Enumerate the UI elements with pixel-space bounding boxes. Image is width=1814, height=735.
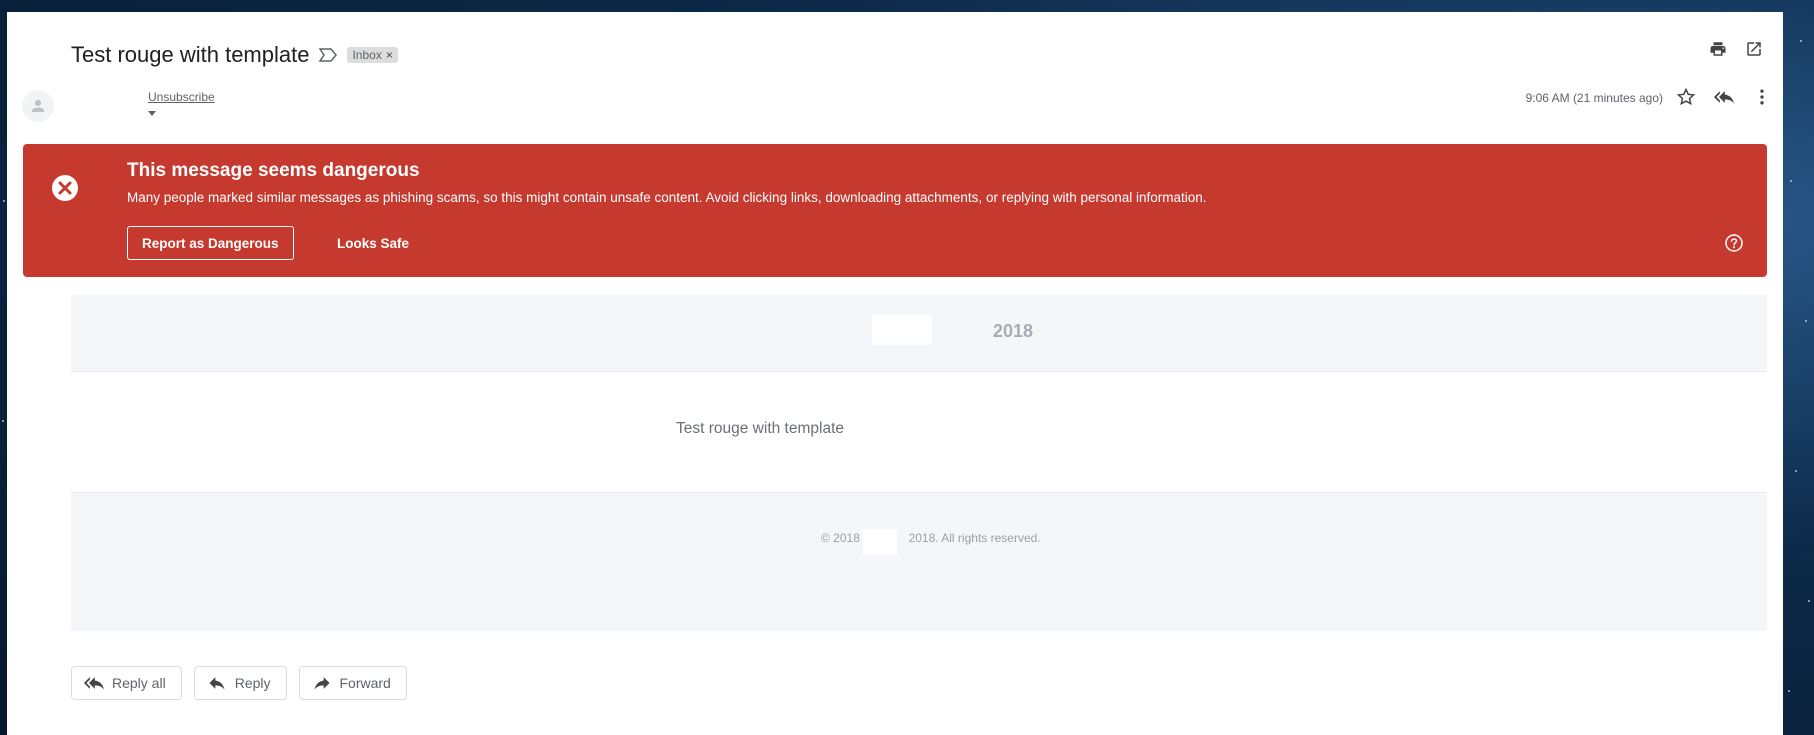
email-body-text: Test rouge with template	[676, 420, 845, 437]
reply-all-icon[interactable]	[1713, 86, 1735, 108]
reply-all-button[interactable]: Reply all	[71, 666, 182, 700]
reply-all-label: Reply all	[112, 675, 166, 691]
remove-label-icon[interactable]: ×	[386, 48, 393, 62]
help-icon[interactable]	[1725, 234, 1743, 252]
thread-actions	[1707, 38, 1765, 60]
looks-safe-button[interactable]: Looks Safe	[323, 226, 423, 260]
dangerous-icon	[52, 175, 78, 201]
email-subject: Test rouge with template	[71, 42, 310, 67]
warning-description: Many people marked similar messages as p…	[127, 190, 1207, 205]
redacted-logo	[872, 315, 932, 345]
star-icon[interactable]	[1675, 86, 1697, 108]
more-vert-icon[interactable]	[1751, 86, 1773, 108]
reply-icon	[209, 677, 225, 690]
subject-row: Test rouge with template Inbox ×	[71, 42, 398, 68]
footer-prefix: © 2018	[821, 531, 860, 545]
forward-label: Forward	[339, 675, 391, 691]
unsubscribe-link[interactable]: Unsubscribe	[148, 90, 215, 104]
forward-icon	[314, 677, 329, 690]
report-dangerous-button[interactable]: Report as Dangerous	[127, 226, 294, 260]
redacted-company-name	[863, 529, 897, 555]
footer-copyright: © 2018 2018. All rights reserved.	[821, 531, 1041, 545]
reply-label: Reply	[234, 675, 271, 691]
message-timestamp: 9:06 AM (21 minutes ago)	[1525, 91, 1663, 105]
message-actions	[1675, 86, 1773, 108]
inbox-label-chip: Inbox ×	[347, 47, 398, 63]
reply-all-icon	[84, 677, 104, 690]
forward-button[interactable]: Forward	[298, 666, 407, 700]
dangerous-message-banner: This message seems dangerous Many people…	[23, 144, 1767, 277]
email-template-footer: © 2018 2018. All rights reserved.	[71, 492, 1767, 631]
warning-title: This message seems dangerous	[127, 160, 420, 181]
header-year: 2018	[993, 321, 1034, 341]
reply-button[interactable]: Reply	[193, 666, 287, 700]
footer-suffix: 2018. All rights reserved.	[908, 531, 1041, 545]
inbox-label-text: Inbox	[352, 48, 382, 62]
avatar-icon	[32, 100, 44, 112]
email-view: Test rouge with template Inbox × Unsubsc…	[7, 12, 1783, 735]
sender-details-dropdown[interactable]	[148, 111, 156, 116]
reply-actions: Reply all Reply Forward	[71, 666, 407, 700]
sender-avatar[interactable]	[22, 90, 54, 122]
open-in-new-window-icon[interactable]	[1743, 38, 1765, 60]
print-icon[interactable]	[1707, 38, 1729, 60]
label-icon[interactable]	[319, 48, 338, 62]
email-template-header: 2018	[71, 295, 1767, 372]
